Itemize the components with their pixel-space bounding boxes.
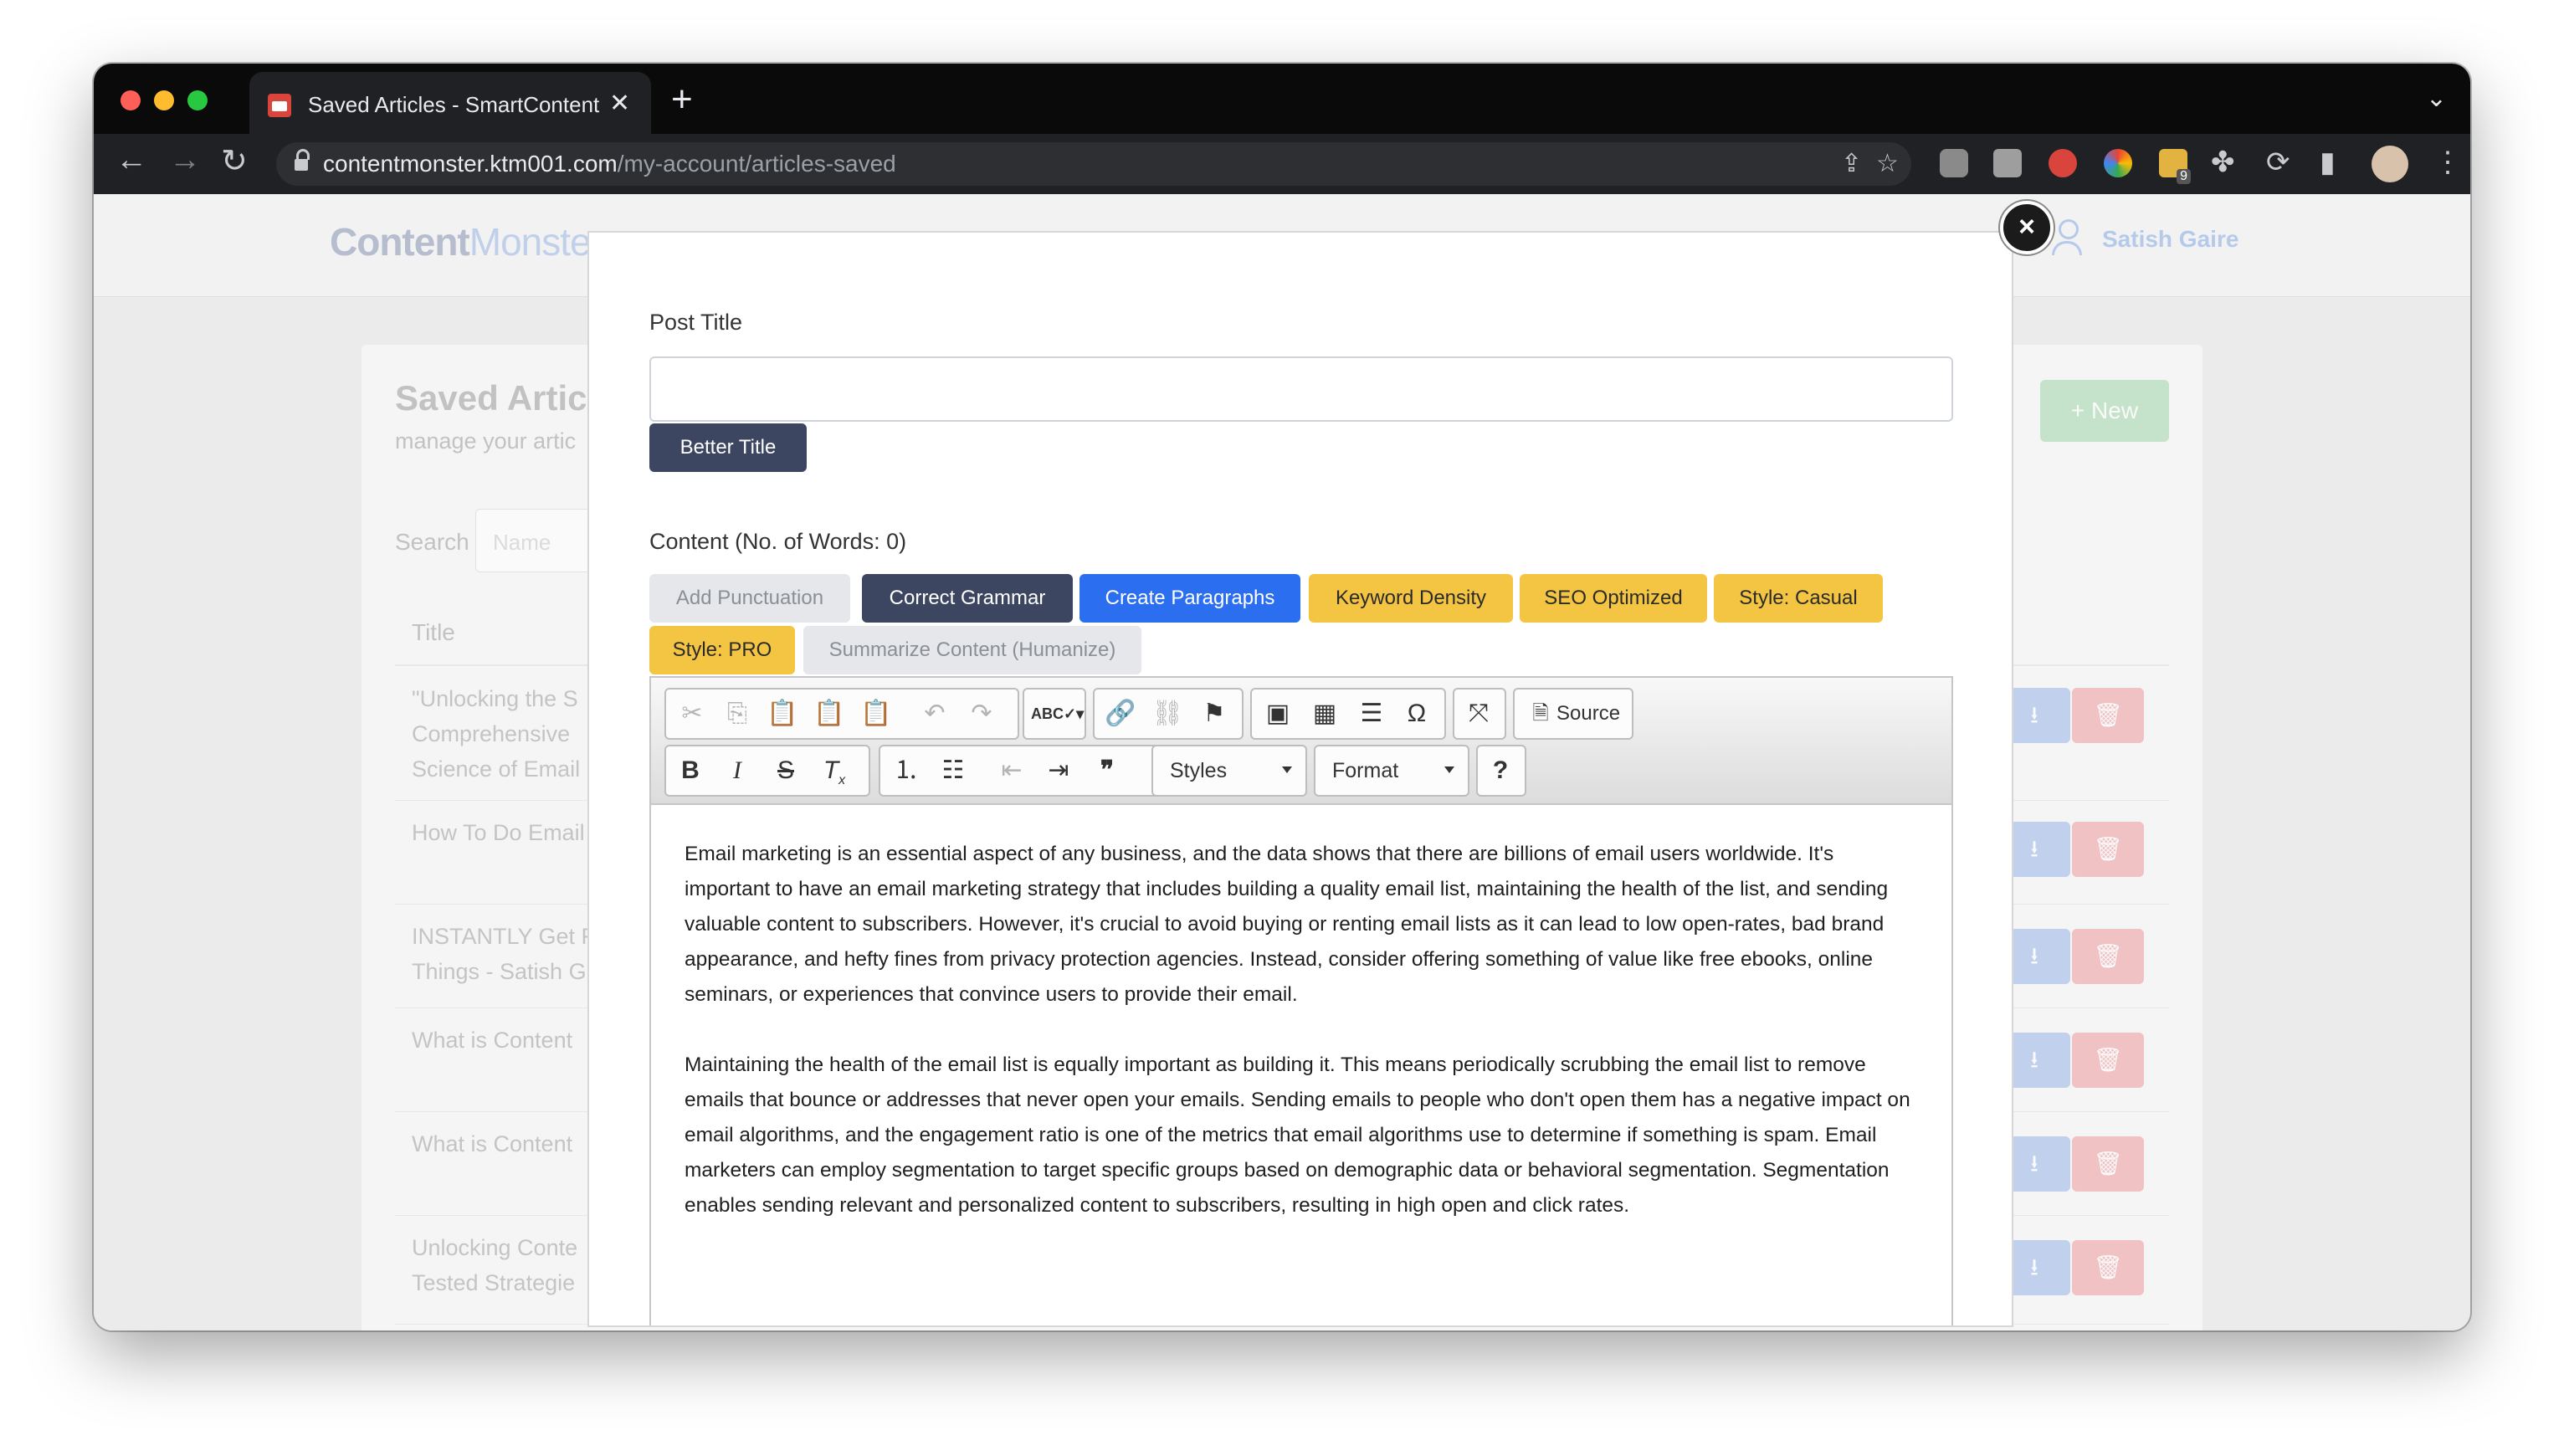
special-character-omega-icon[interactable]: Ω xyxy=(1394,690,1439,738)
source-group: 🗎 Source xyxy=(1513,688,1633,740)
profile-avatar[interactable] xyxy=(2372,146,2408,182)
increase-indent-icon[interactable]: ⇥ xyxy=(1036,746,1081,795)
editor-paragraph[interactable]: Email marketing is an essential aspect o… xyxy=(685,837,1915,1013)
color-picker-icon[interactable] xyxy=(2104,149,2132,177)
menu-kebab-icon[interactable]: ⋮ xyxy=(2433,146,2462,179)
chevron-down-icon xyxy=(1444,766,1454,773)
favicon-icon xyxy=(268,94,291,117)
paste-text-icon[interactable]: 📋 xyxy=(807,690,852,738)
forward-arrow-icon[interactable]: → xyxy=(169,142,201,178)
anchor-flag-icon[interactable]: ⚑ xyxy=(1192,690,1237,738)
numbered-list-icon[interactable]: ⒈ xyxy=(884,746,929,795)
paste-icon[interactable]: 📋 xyxy=(760,690,805,738)
insert-group: ▣ ▦ ☰ Ω xyxy=(1250,688,1446,740)
back-arrow-icon[interactable]: ← xyxy=(115,142,147,178)
help-icon[interactable]: ? xyxy=(1478,746,1523,795)
editor-content-area[interactable]: Email marketing is an essential aspect o… xyxy=(685,837,1915,1259)
summarize-content-button[interactable]: Summarize Content (Humanize) xyxy=(803,626,1141,674)
blockquote-icon[interactable]: ❞ xyxy=(1085,746,1130,795)
spellcheck-icon[interactable]: ABC✓▾ xyxy=(1031,690,1084,738)
unlink-icon[interactable]: ⛓ xyxy=(1145,690,1190,738)
style-pro-button[interactable]: Style: PRO xyxy=(649,626,795,674)
close-window-button[interactable] xyxy=(121,90,141,110)
source-button[interactable]: Source xyxy=(1556,702,1620,725)
cut-icon[interactable]: ✂ xyxy=(669,690,715,738)
bookmark-star-icon[interactable]: ☆ xyxy=(1876,149,1899,178)
format-label: Format xyxy=(1332,759,1399,782)
paragraph-group: ⒈ ☷ ⇤ ⇥ ❞ xyxy=(879,745,1180,797)
tab-bar: Saved Articles - SmartContent ✕ + ⌄ xyxy=(94,64,2470,134)
style-casual-button[interactable]: Style: Casual xyxy=(1714,574,1883,623)
maximize-group: ⤧ xyxy=(1453,688,1506,740)
strikethrough-icon[interactable]: S xyxy=(763,746,808,795)
correct-grammar-button[interactable]: Correct Grammar xyxy=(862,574,1073,623)
remove-format-icon[interactable]: Tx xyxy=(812,746,857,795)
clipboard-group: ✂ ⎘ 📋 📋 📋 ↶ ↷ xyxy=(664,688,1019,740)
maximize-window-button[interactable] xyxy=(187,90,208,110)
tab-search-chevron-icon[interactable]: ⌄ xyxy=(2426,84,2447,113)
editor-paragraph[interactable]: Maintaining the health of the email list… xyxy=(685,1048,1915,1223)
extension-icon[interactable] xyxy=(1993,149,2022,177)
bulleted-list-icon[interactable]: ☷ xyxy=(931,746,976,795)
format-dropdown[interactable]: Format xyxy=(1314,745,1469,797)
browser-window: Saved Articles - SmartContent ✕ + ⌄ ← → … xyxy=(94,64,2470,1330)
chevron-down-icon xyxy=(1282,766,1292,773)
decrease-indent-icon[interactable]: ⇤ xyxy=(989,746,1034,795)
sync-icon[interactable]: ⟳ xyxy=(2266,146,2290,179)
browser-tab[interactable]: Saved Articles - SmartContent ✕ xyxy=(249,72,651,134)
redo-icon[interactable]: ↷ xyxy=(959,690,1004,738)
new-tab-plus-icon[interactable]: + xyxy=(671,79,693,120)
puzzle-extensions-icon[interactable]: ✤ xyxy=(2211,146,2235,179)
add-punctuation-button[interactable]: Add Punctuation xyxy=(649,574,850,623)
adblock-icon[interactable] xyxy=(2049,149,2077,177)
keyword-density-button[interactable]: Keyword Density xyxy=(1309,574,1513,623)
editor-toolbar: ✂ ⎘ 📋 📋 📋 ↶ ↷ ABC✓▾ 🔗 ⛓ ⚑ ▣ ▦ ☰ Ω ⤧ 🗎 So… xyxy=(651,678,1951,805)
reload-icon[interactable]: ↻ xyxy=(221,142,248,180)
edit-article-modal: Post Title Better Title Content (No. of … xyxy=(587,231,2013,1327)
bold-icon[interactable]: B xyxy=(668,746,713,795)
modal-close-button[interactable]: × xyxy=(2000,201,2054,254)
spellcheck-group: ABC✓▾ xyxy=(1023,688,1086,740)
camera-extension-icon[interactable] xyxy=(1940,149,1968,177)
tab-close-icon[interactable]: ✕ xyxy=(609,89,630,118)
undo-icon[interactable]: ↶ xyxy=(912,690,957,738)
post-title-input[interactable] xyxy=(649,356,1953,422)
page-content: ContentMonste Satish Gaire Saved Articl … xyxy=(94,194,2470,1330)
image-icon[interactable]: ▣ xyxy=(1255,690,1300,738)
table-icon[interactable]: ▦ xyxy=(1302,690,1347,738)
styles-dropdown[interactable]: Styles xyxy=(1151,745,1307,797)
content-word-count-label: Content (No. of Words: 0) xyxy=(649,529,907,554)
omnibox[interactable]: contentmonster.ktm001.com/my-account/art… xyxy=(276,142,1911,186)
minimize-window-button[interactable] xyxy=(154,90,174,110)
paste-word-icon[interactable]: 📋 xyxy=(854,690,899,738)
create-paragraphs-button[interactable]: Create Paragraphs xyxy=(1079,574,1300,623)
lock-icon xyxy=(295,149,310,171)
maximize-icon[interactable]: ⤧ xyxy=(1456,690,1501,738)
copy-icon[interactable]: ⎘ xyxy=(715,690,760,738)
help-group: ? xyxy=(1476,745,1526,797)
extension-badge: 9 xyxy=(2177,169,2191,184)
tab-title: Saved Articles - SmartContent xyxy=(308,92,600,117)
better-title-button[interactable]: Better Title xyxy=(649,423,807,472)
url-host: contentmonster.ktm001.com xyxy=(323,151,618,177)
strike-group: S Tx xyxy=(760,745,870,797)
horizontal-line-icon[interactable]: ☰ xyxy=(1349,690,1394,738)
address-bar-row: ← → ↻ contentmonster.ktm001.com/my-accou… xyxy=(94,134,2470,194)
styles-label: Styles xyxy=(1170,759,1228,782)
basic-style-group: B I xyxy=(664,745,767,797)
italic-icon[interactable]: I xyxy=(715,746,760,795)
url-text[interactable]: contentmonster.ktm001.com/my-account/art… xyxy=(323,151,896,177)
share-icon[interactable]: ⇪ xyxy=(1841,149,1862,178)
seo-optimized-button[interactable]: SEO Optimized xyxy=(1520,574,1707,623)
side-panel-icon[interactable]: ▮ xyxy=(2320,146,2336,179)
link-icon[interactable]: 🔗 xyxy=(1098,690,1143,738)
notes-extension-icon[interactable]: 9 xyxy=(2159,149,2191,184)
post-title-label: Post Title xyxy=(649,310,743,335)
link-group: 🔗 ⛓ ⚑ xyxy=(1093,688,1244,740)
url-path: /my-account/articles-saved xyxy=(617,151,896,177)
rich-text-editor: ✂ ⎘ 📋 📋 📋 ↶ ↷ ABC✓▾ 🔗 ⛓ ⚑ ▣ ▦ ☰ Ω ⤧ 🗎 So… xyxy=(649,676,1953,1325)
